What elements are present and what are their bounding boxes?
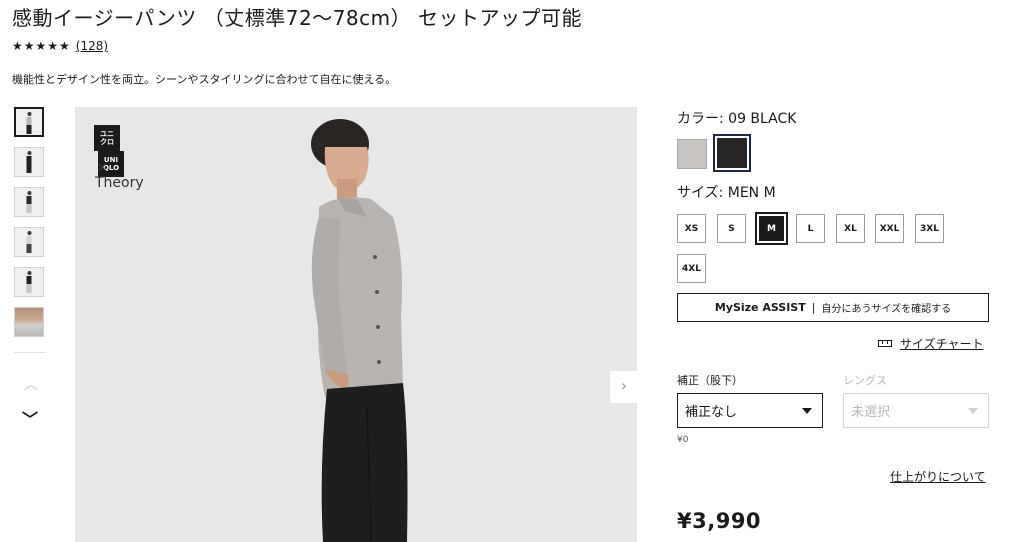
thumbnail-2[interactable] — [14, 147, 44, 177]
length-select-value: 未選択 — [851, 405, 891, 420]
chevron-down-icon[interactable]: ﹀ — [22, 406, 38, 430]
rating-stars: ★★★★★ — [12, 39, 71, 53]
thumbnail-6[interactable] — [14, 307, 44, 337]
main-product-image: ユニ クロ UNI QLO × Theory › — [75, 107, 637, 542]
mysize-assist-button[interactable]: MySize ASSIST | 自分にあうサイズを確認する — [677, 293, 989, 322]
mysize-subtitle: 自分にあうサイズを確認する — [821, 304, 952, 315]
uniqlo-logo-katakana: ユニ クロ — [94, 125, 120, 151]
rating-row: ★★★★★ (128) — [12, 39, 108, 53]
thumbnail-3[interactable] — [14, 187, 44, 217]
theory-logo-text: Theory — [95, 175, 144, 191]
size-option-m[interactable]: M — [755, 212, 788, 245]
collab-x: × — [96, 158, 109, 176]
finish-info-link[interactable]: 仕上がりについて — [890, 468, 986, 485]
mysize-title: MySize ASSIST — [714, 301, 806, 314]
thumbnail-list — [14, 107, 48, 347]
model-photo — [75, 107, 637, 542]
color-swatch-grey[interactable] — [677, 139, 707, 169]
length-select: 未選択 — [843, 393, 989, 428]
thumbnail-5[interactable] — [14, 267, 44, 297]
color-swatch-black[interactable] — [713, 134, 751, 172]
size-option-xs[interactable]: XS — [677, 214, 706, 243]
mysize-divider: | — [811, 301, 816, 314]
product-price: ¥3,990 — [677, 509, 762, 533]
size-option-xxl[interactable]: XXL — [875, 214, 904, 243]
product-title: 感動イージーパンツ （丈標準72〜78cm） セットアップ可能 — [12, 6, 582, 30]
alteration-select[interactable]: 補正なし — [677, 393, 823, 428]
color-label: カラー: 09 BLACK — [677, 111, 797, 127]
ruler-icon — [878, 340, 892, 347]
thumbnail-4[interactable] — [14, 227, 44, 257]
alteration-fee: ¥0 — [677, 435, 689, 445]
size-option-3xl[interactable]: 3XL — [915, 214, 944, 243]
size-option-s[interactable]: S — [717, 214, 746, 243]
size-chart-link-row[interactable]: サイズチャート — [878, 335, 984, 352]
review-count-link[interactable]: (128) — [76, 39, 108, 53]
next-image-button[interactable]: › — [610, 371, 637, 403]
thumbnail-1[interactable] — [14, 107, 44, 137]
size-option-xl[interactable]: XL — [836, 214, 865, 243]
length-label: レングス — [843, 374, 887, 387]
size-chart-link[interactable]: サイズチャート — [900, 335, 984, 352]
product-description: 機能性とデザイン性を両立。シーンやスタイリングに合わせて自在に使える。 — [12, 73, 397, 86]
dropdown-caret-icon — [968, 407, 978, 414]
size-label: サイズ: MEN M — [677, 185, 776, 201]
alteration-select-value: 補正なし — [685, 405, 738, 420]
chevron-up-icon[interactable]: ︿ — [24, 374, 38, 394]
dropdown-caret-icon — [802, 407, 812, 414]
size-option-4xl[interactable]: 4XL — [677, 254, 706, 283]
size-option-l[interactable]: L — [796, 214, 825, 243]
thumbnail-divider — [14, 352, 46, 353]
alteration-label: 補正（股下） — [677, 374, 743, 387]
